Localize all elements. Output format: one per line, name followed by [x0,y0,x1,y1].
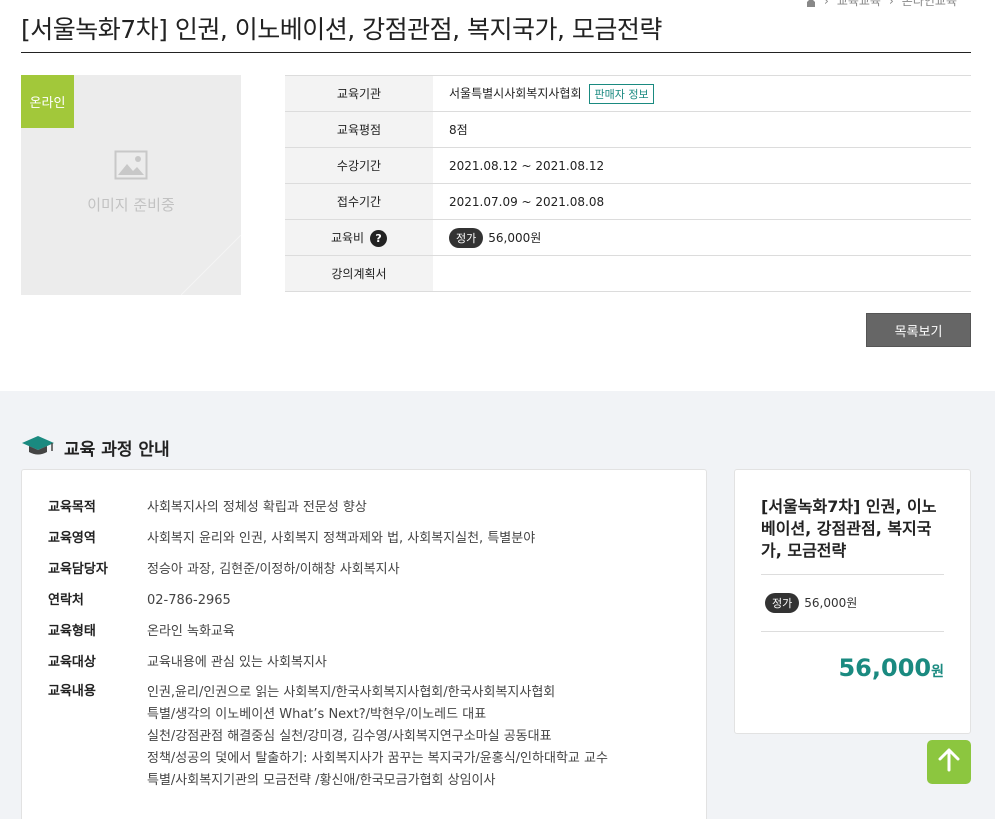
image-placeholder: 이미지 준비중 [21,150,241,215]
info-label: 접수기간 [285,183,433,220]
breadcrumb-sep-icon: › [888,0,894,8]
detail-row: 교육담당자 정승아 과장, 김현준/이정하/이해창 사회복지사 [48,560,706,579]
detail-label: 교육내용 [48,684,96,699]
price-summary-card: [서울녹화7차] 인권, 이노베이션, 강점관점, 복지국가, 모금전략 정가 5… [734,469,971,734]
detail-row: 교육영역 사회복지 윤리와 인권, 사회복지 정책과제와 법, 사회복지실천, … [48,529,706,548]
detail-row: 연락처 02-786-2965 [48,591,706,610]
info-row-apply: 접수기간 2021.07.09 ~ 2021.08.08 [285,183,971,220]
price-badge: 정가 [449,227,484,248]
period-value: 2021.08.12 ~ 2021.08.12 [449,158,605,173]
detail-value: 사회복지 윤리와 인권, 사회복지 정책과제와 법, 사회복지실천, 특별분야 [147,531,536,546]
thumbnail-decoration [181,235,241,295]
info-row-fee: 교육비? 정가 56,000원 [285,219,971,256]
breadcrumb-item[interactable]: 온라인교육 [902,0,957,9]
seller-info-button[interactable]: 판매자 정보 [589,83,654,104]
info-row-period: 수강기간 2021.08.12 ~ 2021.08.12 [285,147,971,184]
detail-label: 교육담당자 [48,562,108,577]
price-badge: 정가 [765,593,800,613]
image-placeholder-text: 이미지 준비중 [87,196,175,214]
image-placeholder-icon [114,150,148,184]
summary-price-value: 56,000원 [804,596,858,610]
detail-row: 교육목적 사회복지사의 정체성 확립과 전문성 향상 [48,498,706,517]
section-title: 교육 과정 안내 [64,440,170,460]
detail-value: 온라인 녹화교육 [147,624,235,639]
breadcrumb-item[interactable]: 교육교육 [837,0,881,9]
page-title: [서울녹화7차] 인권, 이노베이션, 강점관점, 복지국가, 모금전략 [21,10,971,53]
breadcrumb-sep-icon: › [824,0,829,8]
detail-row: 교육내용 인권,윤리/인권으로 읽는 사회복지/한국사회복지사협회/한국사회복지… [48,682,706,792]
detail-value: 02-786-2965 [147,593,231,608]
online-badge: 온라인 [21,75,74,128]
detail-label: 교육대상 [48,655,96,670]
course-thumbnail: 온라인 이미지 준비중 [21,75,241,295]
detail-label: 교육영역 [48,531,96,546]
course-guide-section: 교육 과정 안내 교육목적 사회복지사의 정체성 확립과 전문성 향상 교육영역… [0,391,995,819]
detail-row: 교육형태 온라인 녹화교육 [48,622,706,641]
detail-value: 사회복지사의 정체성 확립과 전문성 향상 [147,500,367,515]
content-line: 정책/성공의 덫에서 탈출하기: 사회복지사가 꿈꾸는 복지국가/윤홍식/인하대… [147,751,608,766]
info-label: 수강기간 [285,147,433,184]
institution-value: 서울특별시사회복지사협회 [449,86,582,100]
summary-price-row: 정가 56,000원 [761,575,944,632]
content-line: 특별/생각의 이노베이션 What’s Next?/박현우/이노레드 대표 [147,707,487,722]
content-line: 인권,윤리/인권으로 읽는 사회복지/한국사회복지사협회/한국사회복지사협회 [147,685,556,700]
course-info-table: 교육기관 서울특별시사회복지사협회 판매자 정보 교육평점 8점 수강기간 202… [285,75,971,292]
help-icon[interactable]: ? [370,229,388,247]
detail-content-list: 인권,윤리/인권으로 읽는 사회복지/한국사회복지사협회/한국사회복지사협회 특… [147,682,608,792]
arrow-up-icon [938,748,960,776]
detail-value: 교육내용에 관심 있는 사회복지사 [147,655,327,670]
info-row-points: 교육평점 8점 [285,111,971,148]
home-icon[interactable] [806,0,816,7]
detail-label: 연락처 [48,593,84,608]
detail-label: 교육목적 [48,500,96,515]
total-amount: 56,000 [838,654,932,682]
apply-value: 2021.07.09 ~ 2021.08.08 [449,194,605,209]
info-label: 교육기관 [285,75,433,112]
graduation-cap-icon [21,434,55,461]
detail-row: 교육대상 교육내용에 관심 있는 사회복지사 [48,653,706,672]
info-row-institution: 교육기관 서울특별시사회복지사협회 판매자 정보 [285,75,971,112]
info-label: 교육평점 [285,111,433,148]
info-label: 교육비 [330,230,365,245]
detail-value: 정승아 과장, 김현준/이정하/이해창 사회복지사 [147,562,400,577]
detail-label: 교육형태 [48,624,96,639]
plan-value [433,256,971,292]
fee-value: 56,000원 [488,230,542,245]
content-line: 실천/강점관점 해결중심 실천/강미경, 김수영/사회복지연구소마실 공동대표 [147,729,552,744]
summary-title: [서울녹화7차] 인권, 이노베이션, 강점관점, 복지국가, 모금전략 [761,496,944,575]
breadcrumb: › 교육교육 › 온라인교육 [806,0,957,9]
points-value: 8점 [449,123,468,137]
info-label: 강의계획서 [285,255,433,292]
course-detail-card: 교육목적 사회복지사의 정체성 확립과 전문성 향상 교육영역 사회복지 윤리와… [21,469,707,819]
summary-total: 56,000원 [761,632,944,682]
scroll-top-button[interactable] [927,740,971,784]
section-header: 교육 과정 안내 [21,434,170,461]
list-button[interactable]: 목록보기 [866,313,971,347]
info-row-plan: 강의계획서 [285,255,971,292]
total-unit: 원 [931,664,944,680]
content-line: 특별/사회복지기관의 모금전략 /황신애/한국모금가협회 상임이사 [147,773,496,788]
